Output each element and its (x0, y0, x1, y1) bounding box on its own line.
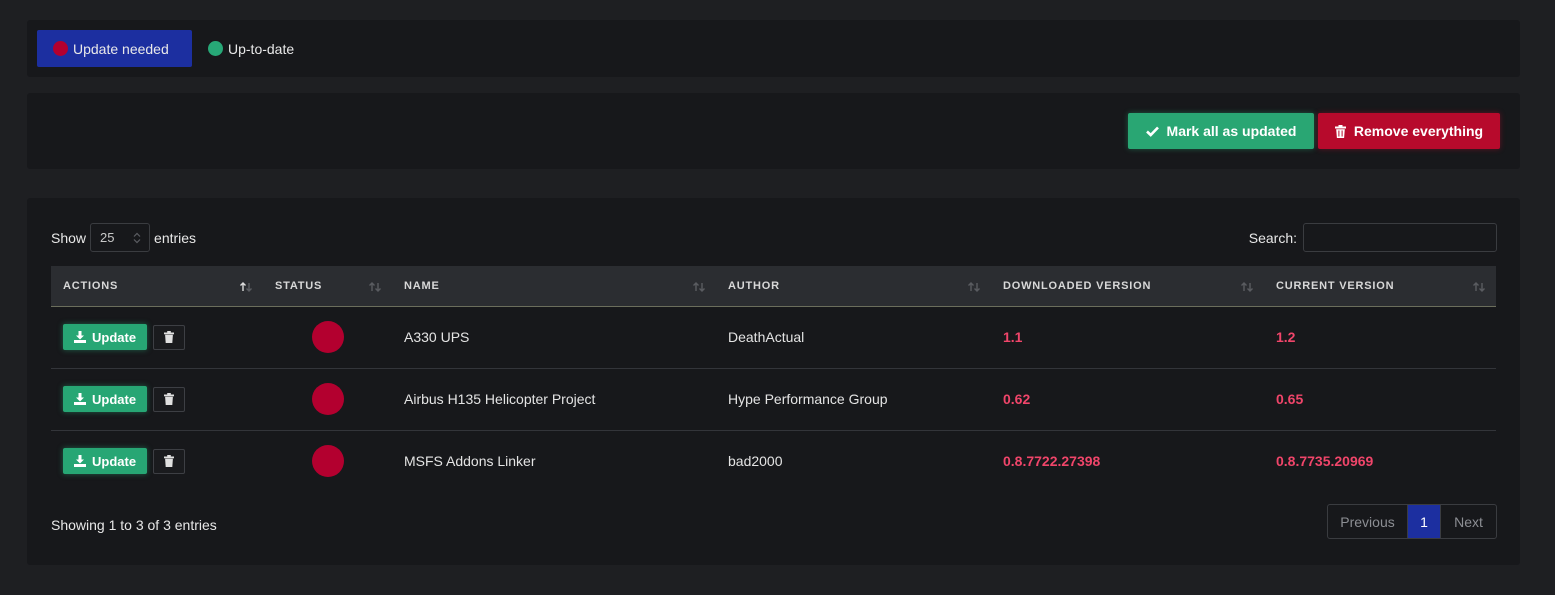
up-to-date-dot-icon (208, 41, 223, 56)
sort-icon (693, 282, 705, 292)
row-current-version: 0.65 (1276, 391, 1304, 407)
column-header-name[interactable]: NAME (392, 266, 716, 307)
search-input[interactable] (1303, 223, 1497, 252)
row-downloaded-version: 1.1 (1003, 329, 1023, 345)
next-page-button[interactable]: Next (1440, 505, 1496, 538)
row-actions: Update (51, 306, 263, 368)
row-name: A330 UPS (404, 329, 470, 345)
remove-everything-label: Remove everything (1353, 123, 1484, 139)
mark-all-updated-button[interactable]: Mark all as updated (1128, 113, 1314, 149)
row-current-version: 0.8.7735.20969 (1276, 453, 1374, 470)
bulk-actions-bar: Mark all as updated Remove everything (27, 93, 1520, 169)
trash-icon (1334, 124, 1346, 138)
mark-all-label: Mark all as updated (1166, 123, 1297, 139)
update-button-label: Update (92, 329, 137, 345)
sort-icon (369, 282, 381, 292)
page-number-button[interactable]: 1 (1408, 505, 1440, 538)
status-filter-bar: Update needed Up-to-date (27, 20, 1520, 77)
filter-tab-label: Up-to-date (228, 40, 295, 57)
column-header-current-version[interactable]: CURRENT VERSION (1264, 266, 1496, 307)
update-button-label: Update (92, 391, 137, 407)
row-name: MSFS Addons Linker (404, 453, 536, 470)
select-arrows-icon (133, 232, 141, 244)
delete-button[interactable] (152, 324, 185, 350)
search-control: Search: (1249, 223, 1497, 252)
trash-icon (163, 455, 174, 468)
filter-tab-label: Update needed (73, 40, 169, 57)
row-status (263, 306, 392, 368)
row-author: DeathActual (728, 329, 805, 345)
addons-table-panel: Show 25 entries Search: ACTIONS STATUS N… (27, 198, 1520, 565)
row-name: Airbus H135 Helicopter Project (404, 391, 596, 407)
search-label: Search: (1248, 229, 1297, 246)
trash-icon (163, 331, 174, 343)
filter-tab-update-needed[interactable]: Update needed (37, 30, 192, 67)
row-downloaded-version: 0.62 (1003, 391, 1031, 407)
sort-icon (968, 282, 980, 292)
column-header-status[interactable]: STATUS (263, 266, 392, 307)
pagination: Previous 1 Next (1327, 504, 1497, 539)
row-current-version: 1.2 (1276, 329, 1296, 345)
page-size-value: 25 (100, 230, 115, 245)
addons-table: ACTIONS STATUS NAME AUTHOR DOWNLOADED VE… (51, 266, 1496, 492)
row-actions: Update (51, 430, 263, 492)
sort-icon (1473, 282, 1485, 292)
filter-tab-up-to-date[interactable]: Up-to-date (207, 30, 294, 67)
update-button[interactable]: Update (63, 386, 148, 412)
row-author: Hype Performance Group (728, 391, 888, 407)
download-icon (74, 331, 86, 343)
page-size-select[interactable]: 25 (90, 223, 151, 252)
update-button-label: Update (92, 453, 137, 469)
sort-asc-icon (240, 282, 252, 292)
delete-button[interactable] (152, 448, 185, 474)
column-header-downloaded-version[interactable]: DOWNLOADED VERSION (991, 266, 1264, 307)
table-row: Update MSFS Addons Linker bad2000 0.8.77… (51, 430, 1496, 492)
show-label: Show (51, 229, 87, 246)
trash-icon (163, 393, 174, 405)
column-header-author[interactable]: AUTHOR (716, 266, 991, 307)
status-update-needed-dot (312, 321, 344, 353)
download-icon (74, 455, 86, 468)
update-button[interactable]: Update (63, 324, 148, 350)
page-size-control: Show 25 entries (51, 223, 196, 252)
previous-page-button[interactable]: Previous (1328, 505, 1408, 538)
table-header-row: ACTIONS STATUS NAME AUTHOR DOWNLOADED VE… (51, 266, 1496, 307)
table-row: Update Airbus H135 Helicopter Project Hy… (51, 368, 1496, 430)
row-status (263, 430, 392, 492)
status-update-needed-dot (312, 383, 344, 415)
remove-everything-button[interactable]: Remove everything (1318, 113, 1500, 149)
status-update-needed-dot (312, 445, 344, 478)
row-status (263, 368, 392, 430)
sort-icon (1241, 282, 1253, 292)
row-author: bad2000 (728, 453, 783, 470)
entries-label: entries (154, 229, 197, 246)
download-icon (74, 393, 86, 405)
table-info: Showing 1 to 3 of 3 entries (51, 517, 217, 533)
update-needed-dot-icon (53, 41, 68, 56)
column-header-actions[interactable]: ACTIONS (51, 266, 263, 307)
row-downloaded-version: 0.8.7722.27398 (1003, 453, 1101, 470)
table-row: Update A330 UPS DeathActual 1.1 1.2 (51, 306, 1496, 368)
delete-button[interactable] (152, 386, 185, 412)
check-icon (1145, 126, 1159, 137)
update-button[interactable]: Update (63, 448, 148, 475)
row-actions: Update (51, 368, 263, 430)
